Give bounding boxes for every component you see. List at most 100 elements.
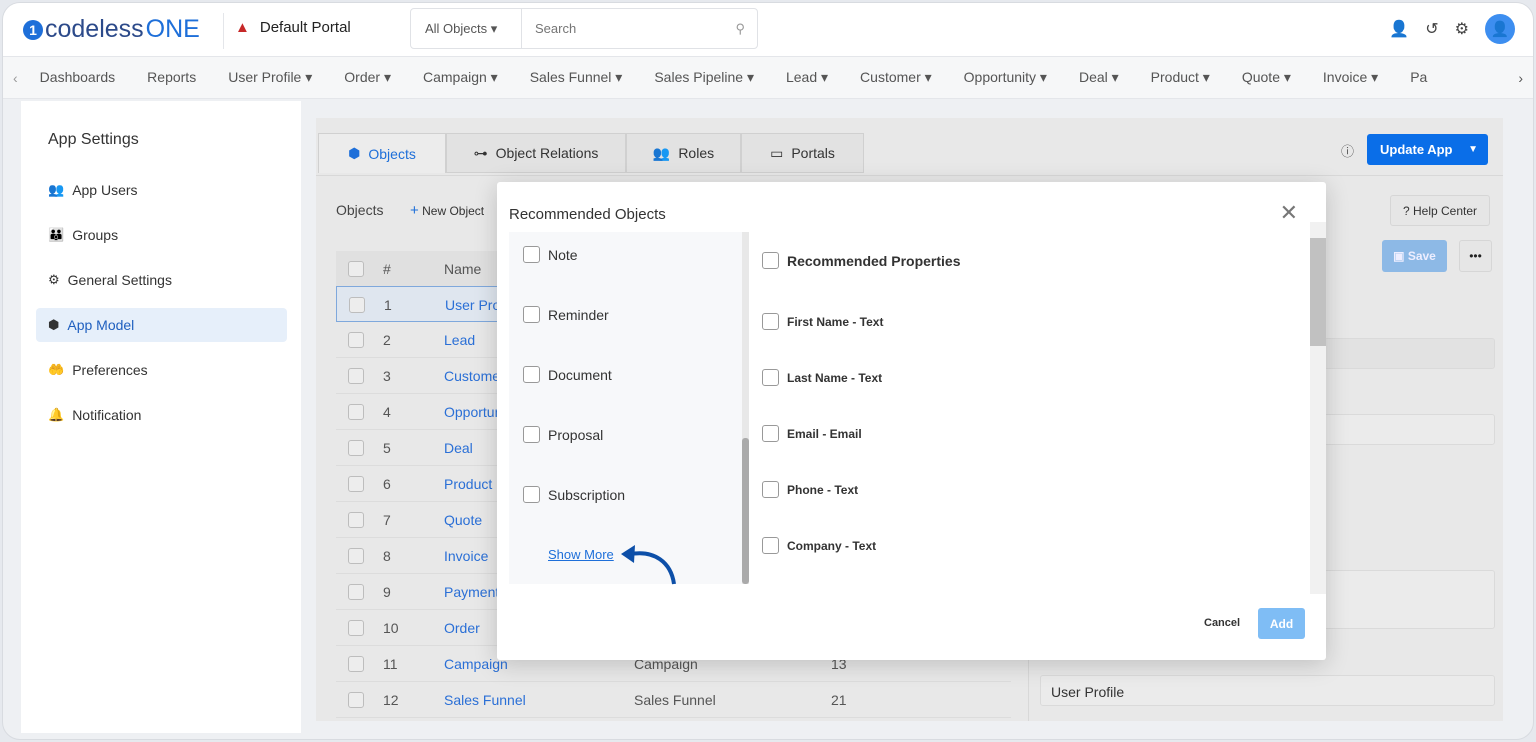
checkbox[interactable] (762, 313, 779, 330)
portal-selector[interactable]: ▲ Default Portal (235, 19, 351, 36)
row-checkbox[interactable] (348, 548, 364, 564)
sidebar-item-app-users[interactable]: 👥 App Users (36, 173, 287, 207)
nav-item[interactable]: Sales Pipeline ▾ (654, 69, 754, 86)
tab-roles[interactable]: 👥 Roles (626, 133, 741, 173)
object-option[interactable]: Reminder (523, 306, 609, 323)
row-checkbox[interactable] (348, 368, 364, 384)
history-icon[interactable]: ↺ (1425, 19, 1438, 39)
info-icon[interactable]: ⓘ (1341, 141, 1354, 160)
nav-item[interactable]: Campaign ▾ (423, 69, 498, 86)
property-option[interactable]: Company - Text (762, 537, 876, 554)
update-app-button[interactable]: Update App ▼ (1367, 134, 1488, 165)
nav-item[interactable]: Quote ▾ (1242, 69, 1291, 86)
row-checkbox[interactable] (348, 332, 364, 348)
property-option[interactable]: Email - Email (762, 425, 862, 442)
row-checkbox[interactable] (348, 476, 364, 492)
object-link[interactable]: Customer (444, 368, 505, 384)
checkbox[interactable] (523, 426, 540, 443)
properties-scrollbar[interactable] (1310, 222, 1326, 594)
nav-item[interactable]: Lead ▾ (786, 69, 828, 86)
nav-item[interactable]: Sales Funnel ▾ (530, 69, 623, 86)
nav-item[interactable]: Opportunity ▾ (964, 69, 1047, 86)
search-icon[interactable]: ⚲ (735, 21, 757, 37)
sidebar-title: App Settings (48, 131, 139, 148)
objects-scrollbar[interactable] (742, 438, 749, 584)
row-checkbox[interactable] (348, 404, 364, 420)
groups-icon: 👪 (48, 227, 65, 242)
property-option[interactable]: First Name - Text (762, 313, 883, 330)
nav-item[interactable]: Dashboards (40, 69, 116, 86)
checkbox[interactable] (762, 481, 779, 498)
object-option[interactable]: Proposal (523, 426, 603, 443)
checkbox[interactable] (762, 425, 779, 442)
sidebar-item-groups[interactable]: 👪 Groups (36, 218, 287, 252)
tab-object-relations[interactable]: ⊶ Object Relations (446, 133, 626, 173)
object-link[interactable]: Order (444, 620, 480, 636)
floppy-icon: ▣ (1393, 249, 1405, 263)
tab-portals[interactable]: ▭ Portals (741, 133, 864, 173)
nav-item[interactable]: Reports (147, 69, 196, 86)
nav-item[interactable]: Deal ▾ (1079, 69, 1119, 86)
sidebar-item-preferences[interactable]: 🤲 Preferences (36, 353, 287, 387)
row-checkbox[interactable] (348, 692, 364, 708)
checkbox[interactable] (523, 366, 540, 383)
nav-scroll-left[interactable]: ‹ (13, 70, 18, 86)
object-option[interactable]: Note (523, 246, 578, 263)
nav-item[interactable]: Pa (1410, 69, 1427, 86)
nav-item[interactable]: Customer ▾ (860, 69, 932, 86)
chevron-down-icon: ▼ (1468, 144, 1478, 155)
checkbox[interactable] (523, 306, 540, 323)
new-object-button[interactable]: + New Object (410, 202, 484, 219)
row-checkbox[interactable] (348, 656, 364, 672)
row-checkbox[interactable] (348, 440, 364, 456)
object-link[interactable]: Sales Funnel (444, 692, 526, 708)
nav-item[interactable]: User Profile ▾ (228, 69, 312, 86)
checkbox[interactable] (762, 369, 779, 386)
object-link[interactable]: Deal (444, 440, 473, 456)
add-user-icon[interactable]: 👤 (1389, 19, 1409, 39)
table-row[interactable]: 12 Sales Funnel Sales Funnel 21 (336, 682, 1011, 718)
sidebar-item-app-model[interactable]: ⬢ App Model (36, 308, 287, 342)
object-option[interactable]: Document (523, 366, 612, 383)
nav-item[interactable]: Product ▾ (1151, 69, 1210, 86)
checkbox[interactable] (762, 537, 779, 554)
row-checkbox[interactable] (348, 512, 364, 528)
object-link[interactable]: Lead (444, 332, 475, 348)
row-checkbox[interactable] (348, 620, 364, 636)
close-icon[interactable]: ✕ (1280, 200, 1298, 226)
select-all-checkbox[interactable] (348, 261, 364, 277)
sidebar-item-notification[interactable]: 🔔 Notification (36, 398, 287, 432)
search-input[interactable] (522, 21, 736, 36)
more-options-button[interactable]: ••• (1459, 240, 1492, 272)
name-field[interactable]: User Profile (1040, 675, 1495, 706)
avatar[interactable]: 👤 (1485, 14, 1515, 44)
sidebar-item-general-settings[interactable]: ⚙ General Settings (36, 263, 287, 297)
cancel-button[interactable]: Cancel (1204, 617, 1240, 629)
row-checkbox[interactable] (349, 297, 365, 313)
property-option[interactable]: Last Name - Text (762, 369, 882, 386)
logo[interactable]: 1 codeless ONE (23, 15, 200, 44)
tab-objects[interactable]: ⬢ Objects (318, 133, 446, 173)
object-link[interactable]: Payment (444, 584, 499, 600)
object-link[interactable]: Invoice (444, 548, 488, 564)
bell-icon: 🔔 (48, 407, 65, 422)
property-option[interactable]: Phone - Text (762, 481, 858, 498)
nav-scroll-right[interactable]: › (1518, 70, 1523, 86)
recommended-objects-modal: Recommended Objects ✕ Note Reminder Docume… (497, 182, 1326, 660)
add-button[interactable]: Add (1258, 608, 1305, 639)
row-checkbox[interactable] (348, 584, 364, 600)
object-link[interactable]: Product (444, 476, 492, 492)
object-option[interactable]: Subscription (523, 486, 625, 503)
checkbox[interactable] (523, 246, 540, 263)
select-all-properties[interactable]: Recommended Properties (762, 252, 961, 269)
checkbox[interactable] (523, 486, 540, 503)
help-center-button[interactable]: ? Help Center (1390, 195, 1490, 226)
gear-icon[interactable]: ⚙ (1455, 19, 1469, 39)
show-more-link[interactable]: Show More (548, 547, 614, 562)
save-button[interactable]: ▣ Save (1382, 240, 1447, 272)
objects-label: Objects (336, 202, 384, 218)
object-link[interactable]: Quote (444, 512, 482, 528)
nav-item[interactable]: Order ▾ (344, 69, 391, 86)
nav-item[interactable]: Invoice ▾ (1323, 69, 1378, 86)
search-scope-dropdown[interactable]: All Objects ▾ (411, 9, 522, 48)
